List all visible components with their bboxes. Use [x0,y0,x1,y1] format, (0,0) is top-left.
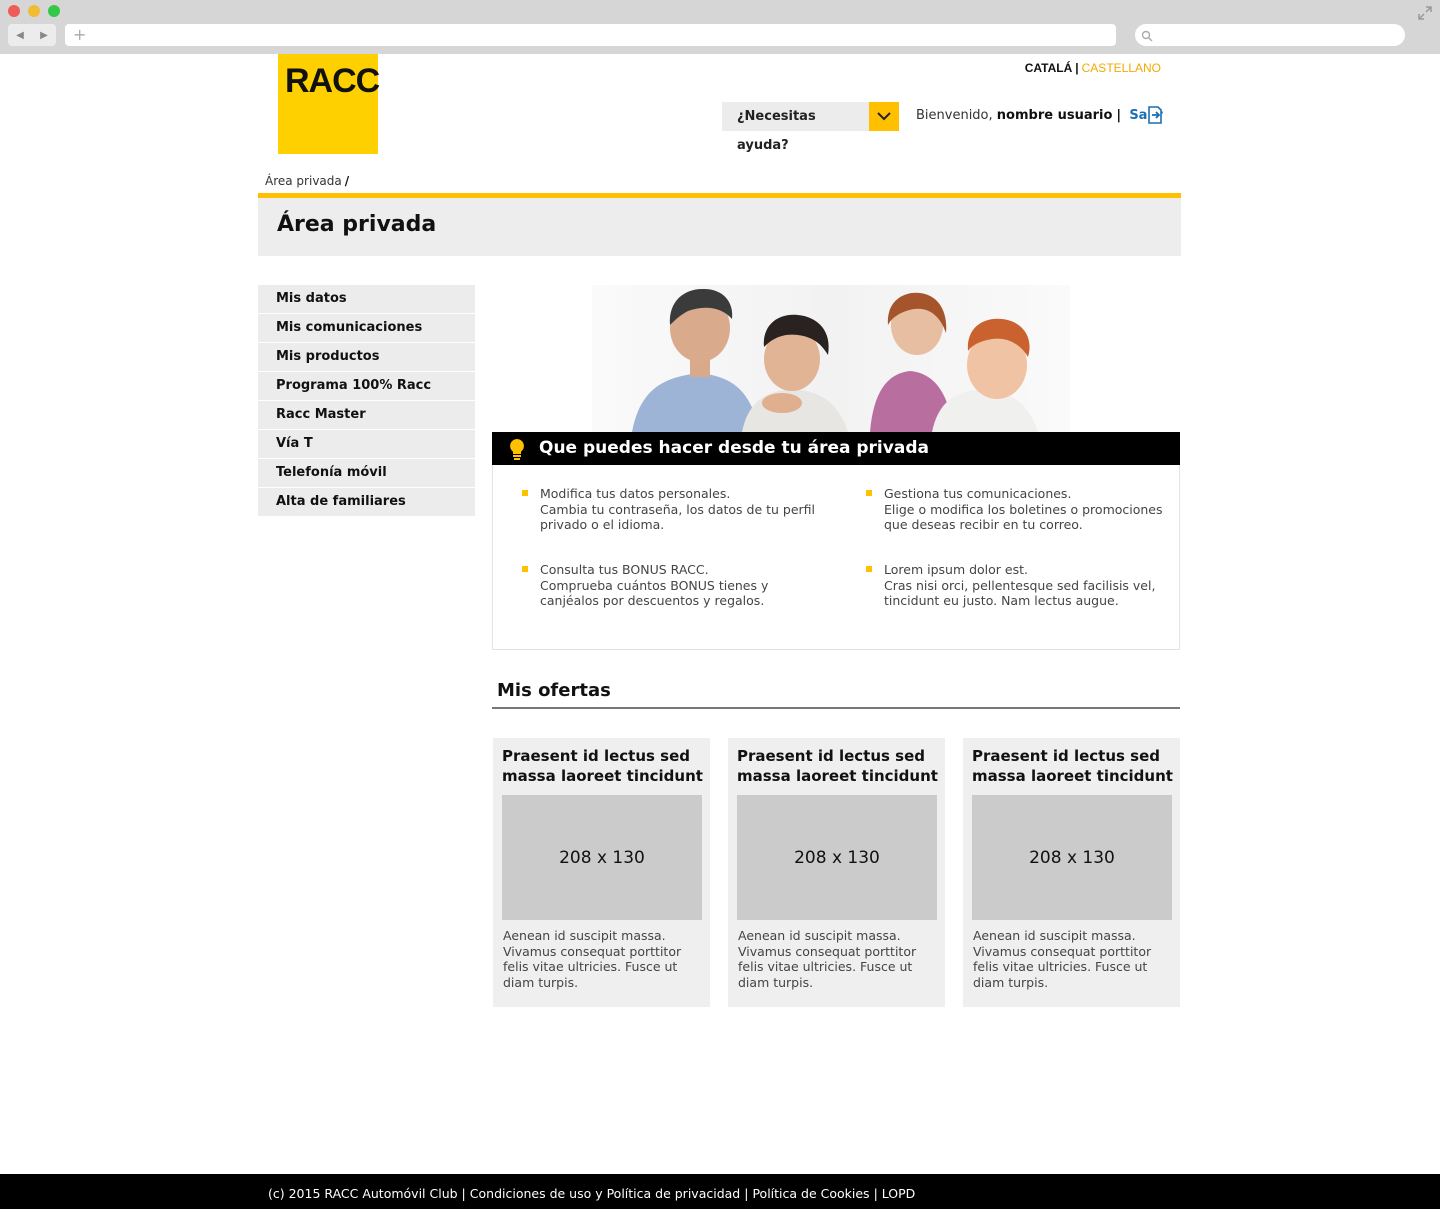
close-window-button[interactable] [8,5,20,17]
offer-title[interactable]: Praesent id lectus sed massa laoreet tin… [502,746,707,786]
info-item: Consulta tus BONUS RACC. Comprueba cuánt… [522,562,830,609]
racc-logo[interactable]: RACC [278,54,380,154]
info-item-desc: Elige o modifica los boletines o promoci… [884,501,1163,533]
bullet-icon [866,566,872,572]
sidebar-item-via-t[interactable]: Vía T [258,430,475,459]
forward-button[interactable]: ▶ [40,30,48,41]
user-greeting: Bienvenido, nombre usuario | Salir [916,108,1163,123]
logo-text: RACC [285,62,380,100]
footer-lopd-link[interactable]: LOPD [882,1186,916,1201]
hero-image [592,285,1070,432]
offer-card[interactable]: Praesent id lectus sed massa laoreet tin… [728,738,945,1007]
footer-separator: | [873,1186,878,1201]
offer-image-label: 208 x 130 [1029,847,1115,868]
user-separator: | [1116,108,1122,123]
info-item: Modifica tus datos personales. Cambia tu… [522,486,830,533]
bullet-icon [866,490,872,496]
sidebar-item-programa-100-racc[interactable]: Programa 100% Racc [258,372,475,401]
footer-cookies-link[interactable]: Política de Cookies [752,1186,869,1201]
lang-separator: | [1075,61,1079,75]
footer-separator: | [461,1186,466,1201]
offer-image-label: 208 x 130 [559,847,645,868]
address-bar[interactable]: + [65,24,1116,46]
page-title: Área privada [277,212,437,237]
history-nav: ◀ ▶ [8,24,56,46]
info-item-title: Lorem ipsum dolor est. [884,562,1028,577]
info-title: Que puedes hacer desde tu área privada [539,438,929,458]
info-item: Lorem ipsum dolor est. Cras nisi orci, p… [866,562,1174,609]
browser-search-field[interactable] [1135,24,1405,46]
sidebar-nav: Mis datos Mis comunicaciones Mis product… [258,285,475,517]
help-dropdown[interactable]: ¿Necesitas ayuda? [722,102,899,153]
help-label: ¿Necesitas ayuda? [737,109,816,153]
offer-image-placeholder[interactable]: 208 x 130 [972,795,1172,920]
info-item: Gestiona tus comunicaciones. Elige o mod… [866,486,1174,533]
sidebar-item-racc-master[interactable]: Racc Master [258,401,475,430]
info-item-title: Modifica tus datos personales. [540,486,731,501]
breadcrumb-separator: / [344,174,350,188]
username: nombre usuario [996,108,1113,123]
sidebar-item-mis-productos[interactable]: Mis productos [258,343,475,372]
lang-catala-link[interactable]: CATALÁ [1025,61,1073,75]
offer-text: Aenean id suscipit massa. Vivamus conseq… [503,928,682,990]
lang-castellano-link[interactable]: CASTELLANO [1082,61,1161,75]
maximize-window-button[interactable] [48,5,60,17]
language-switcher: CATALÁ | CASTELLANO [1000,61,1161,75]
chevron-down-icon[interactable] [869,102,899,131]
info-item-desc: Comprueba cuántos BONUS tienes y canjéal… [540,577,769,609]
info-item-desc: Cras nisi orci, pellentesque sed facilis… [884,577,1156,609]
footer-links: (c) 2015 RACC Automóvil Club | Condiciones… [268,1186,915,1201]
footer-separator: | [744,1186,749,1201]
new-tab-icon[interactable]: + [73,25,86,44]
sidebar-item-mis-comunicaciones[interactable]: Mis comunicaciones [258,314,475,343]
breadcrumb: Área privada / [265,174,349,188]
offer-text: Aenean id suscipit massa. Vivamus conseq… [738,928,917,990]
footer: (c) 2015 RACC Automóvil Club | Condiciones… [0,1174,1440,1209]
offer-title[interactable]: Praesent id lectus sed massa laoreet tin… [972,746,1177,786]
search-icon [1141,30,1153,41]
info-item-title: Gestiona tus comunicaciones. [884,486,1072,501]
bullet-icon [522,566,528,572]
info-item-desc: Cambia tu contraseña, los datos de tu pe… [540,501,816,533]
welcome-text: Bienvenido, [916,108,993,123]
sidebar-item-telefonia-movil[interactable]: Telefonía móvil [258,459,475,488]
minimize-window-button[interactable] [28,5,40,17]
info-header: Que puedes hacer desde tu área privada [492,432,1180,465]
back-button[interactable]: ◀ [16,30,24,41]
offer-title[interactable]: Praesent id lectus sed massa laoreet tin… [737,746,942,786]
page-title-bar: Área privada [258,193,1181,256]
footer-copyright: (c) 2015 RACC Automóvil Club [268,1186,458,1201]
breadcrumb-item[interactable]: Área privada [265,174,342,188]
logout-icon[interactable] [1147,106,1163,124]
offer-image-placeholder[interactable]: 208 x 130 [502,795,702,920]
sidebar-item-mis-datos[interactable]: Mis datos [258,285,475,314]
offer-text: Aenean id suscipit massa. Vivamus conseq… [973,928,1152,990]
info-box: Modifica tus datos personales. Cambia tu… [492,465,1180,650]
browser-chrome: ◀ ▶ + [0,0,1440,54]
offer-card[interactable]: Praesent id lectus sed massa laoreet tin… [493,738,710,1007]
footer-terms-link[interactable]: Condiciones de uso y Política de privaci… [470,1186,740,1201]
offers-title: Mis ofertas [497,680,611,701]
offer-image-label: 208 x 130 [794,847,880,868]
info-item-title: Consulta tus BONUS RACC. [540,562,709,577]
bullet-icon [522,490,528,496]
offer-image-placeholder[interactable]: 208 x 130 [737,795,937,920]
sidebar-item-alta-familiares[interactable]: Alta de familiares [258,488,475,517]
expand-icon[interactable] [1418,6,1434,22]
offer-card[interactable]: Praesent id lectus sed massa laoreet tin… [963,738,1180,1007]
lightbulb-icon [510,439,524,460]
offers-header: Mis ofertas [492,679,1180,709]
